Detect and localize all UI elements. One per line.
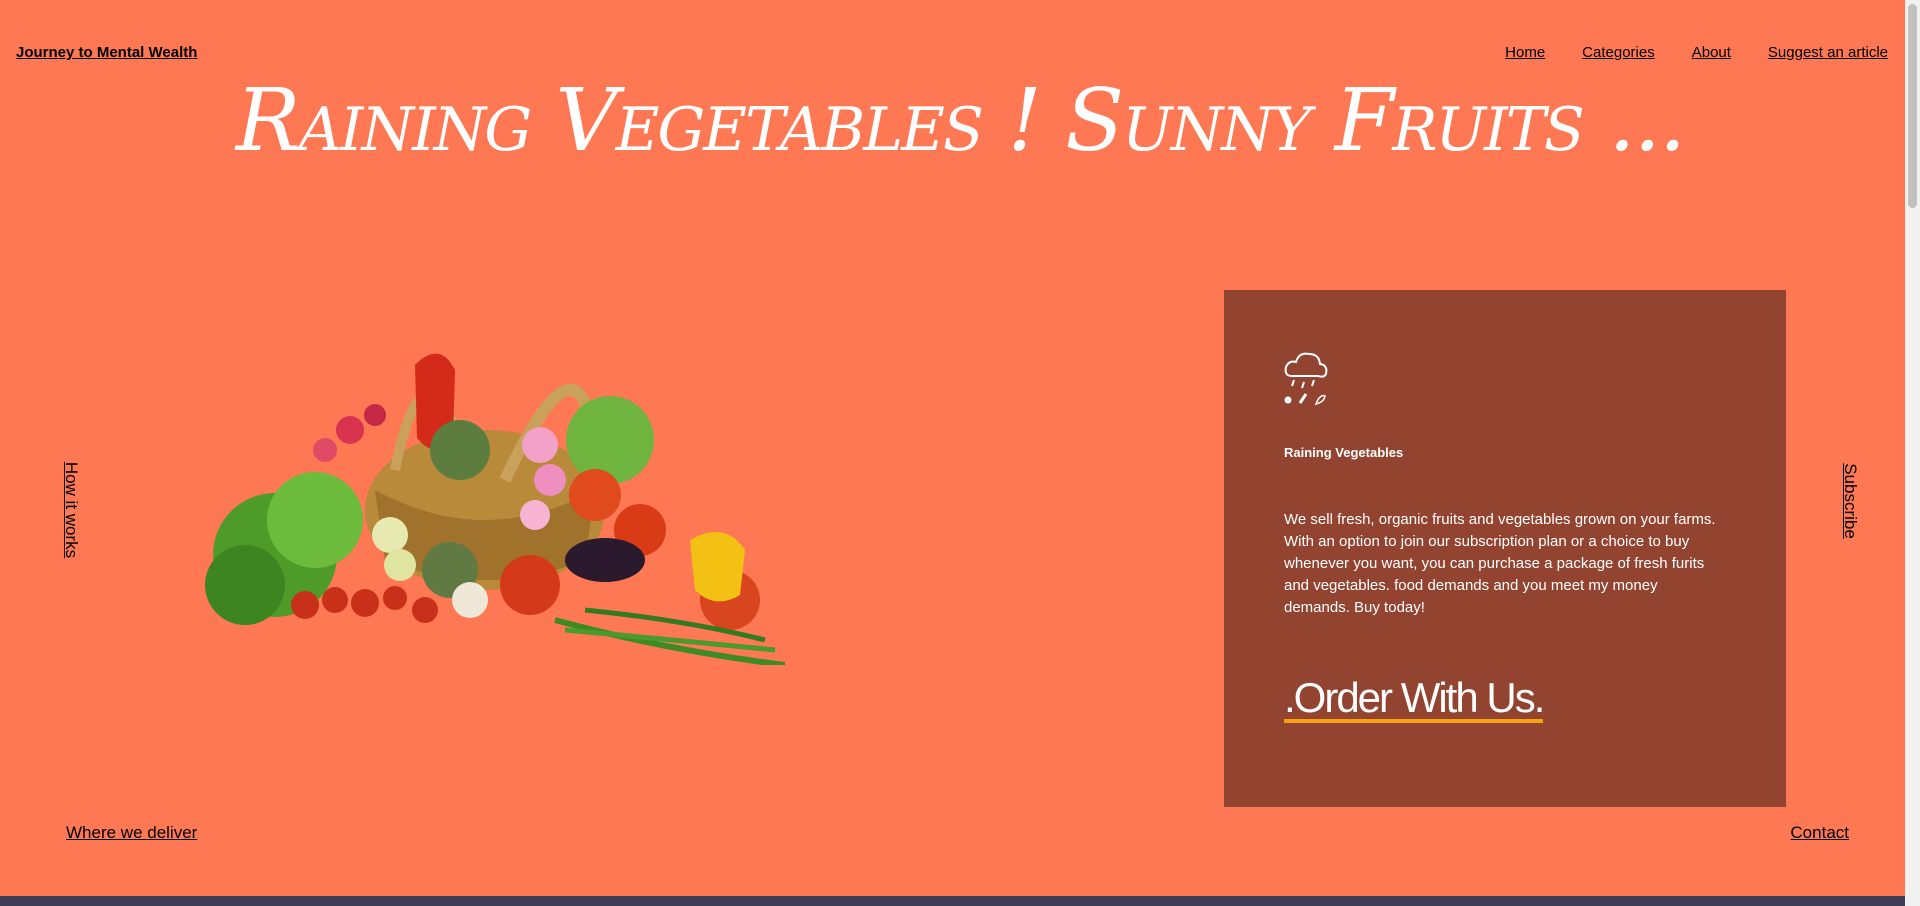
card-title: Raining Vegetables — [1284, 445, 1404, 460]
main-nav: Home Categories About Suggest an article — [1505, 44, 1888, 61]
nav-categories[interactable]: Categories — [1582, 44, 1655, 61]
nav-home[interactable]: Home — [1505, 44, 1545, 61]
cloud-rain-produce-icon — [1284, 352, 1328, 406]
subscribe-link[interactable]: Subscribe — [1840, 462, 1860, 540]
brand-link[interactable]: Journey to Mental Wealth — [16, 44, 197, 61]
page-scrollbar[interactable] — [1905, 0, 1920, 906]
nav-suggest-article[interactable]: Suggest an article — [1768, 44, 1888, 61]
contact-link[interactable]: Contact — [1790, 823, 1849, 843]
footer-bar — [0, 896, 1905, 906]
how-it-works-link[interactable]: How it works — [61, 460, 81, 560]
scrollbar-thumb[interactable] — [1908, 4, 1917, 208]
where-we-deliver-link[interactable]: Where we deliver — [66, 823, 197, 843]
card-description: We sell fresh, organic fruits and vegeta… — [1284, 511, 1716, 616]
subscribe-label[interactable]: Subscribe — [1840, 463, 1860, 539]
product-card: Raining Vegetables We sell fresh, organi… — [1224, 290, 1786, 807]
order-with-us-button[interactable]: .Order With Us. — [1284, 677, 1545, 723]
nav-about[interactable]: About — [1692, 44, 1731, 61]
hero-title: Raining Vegetables ! Sunny Fruits ... — [235, 71, 1687, 171]
vegetable-basket-image — [205, 353, 785, 665]
how-it-works-label[interactable]: How it works — [61, 462, 81, 558]
